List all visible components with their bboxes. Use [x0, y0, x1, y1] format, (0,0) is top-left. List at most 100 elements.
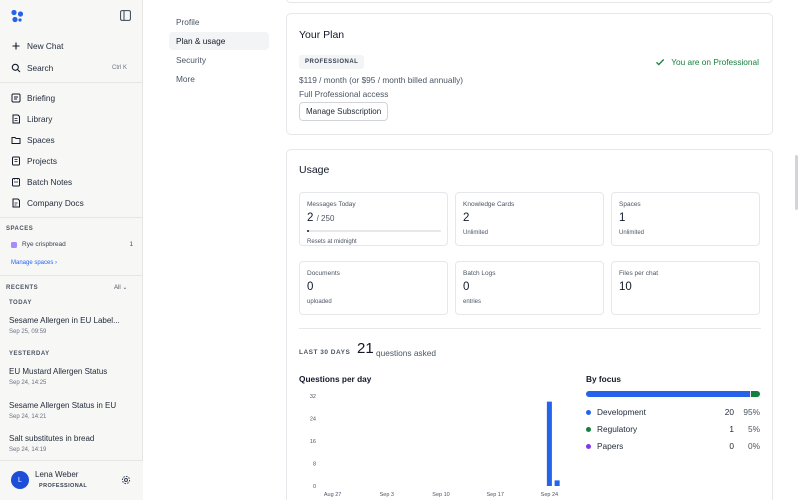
avatar[interactable]: L [11, 471, 29, 489]
stat-value: 2 / 250 [307, 212, 334, 224]
sidebar-item-label: Library [27, 113, 53, 124]
recent-chat-title: Sesame Allergen Status in EU [9, 401, 117, 410]
recents-filter-value: All [114, 285, 121, 291]
sidebar-item-projects[interactable]: Projects [0, 150, 143, 171]
recents-filter-dropdown[interactable]: All ⌄ [114, 284, 127, 291]
focus-pct: 95% [743, 407, 760, 417]
previous-card [286, 0, 773, 3]
sidebar-item-label: Briefing [27, 92, 56, 103]
recent-chat-time: Sep 25, 09:59 [9, 329, 47, 335]
recents-group-label: YESTERDAY [9, 351, 50, 357]
tab-label: Plan & usage [176, 36, 226, 46]
recent-chat-item[interactable]: EU Mustard Allergen Status Sep 24, 14:25 [9, 367, 134, 386]
user-plan-badge: PROFESSIONAL [39, 483, 88, 489]
stat-value-number: 2 [307, 212, 314, 224]
tab-profile[interactable]: Profile [169, 13, 269, 31]
recent-chat-item[interactable]: Salt substitutes in bread Sep 24, 14:19 [9, 434, 134, 453]
tab-security[interactable]: Security [169, 51, 269, 69]
plan-title: Your Plan [299, 29, 345, 41]
stat-label: Messages Today [307, 201, 356, 208]
company-docs-icon [12, 198, 20, 207]
manage-spaces-link[interactable]: Manage spaces › [11, 260, 57, 266]
library-icon [12, 114, 20, 123]
check-icon [656, 59, 665, 66]
x-tick-label: Sep 10 [432, 492, 449, 498]
spaces-section-label: SPACES [6, 226, 34, 232]
x-tick-label: Sep 24 [541, 492, 558, 498]
chevron-right-icon: › [55, 260, 58, 266]
stat-sub: Resets at midnight [307, 239, 357, 245]
chart-bar [554, 480, 560, 486]
app-logo-icon [11, 9, 24, 23]
focus-label: Development [597, 407, 646, 417]
last30-text: questions asked [376, 348, 436, 358]
recent-chat-title: EU Mustard Allergen Status [9, 367, 108, 376]
sidebar-item-library[interactable]: Library [0, 108, 143, 129]
x-tick-label: Aug 27 [324, 492, 341, 498]
recent-chat-item[interactable]: Sesame Allergen Status in EU Sep 24, 14:… [9, 401, 134, 420]
plan-access: Full Professional access [299, 89, 389, 99]
search-button[interactable]: Search Ctrl K [0, 57, 143, 78]
search-shortcut: Ctrl K [112, 64, 127, 71]
focus-pct: 5% [748, 424, 760, 434]
gear-icon[interactable] [121, 475, 131, 485]
questions-per-day-chart: 0 8 16 24 32 Aug 27 Sep 3 Sep 10 Sep 17 Sep 24 [310, 394, 560, 498]
stat-files-per-chat: Files per chat 10 [611, 261, 760, 315]
focus-dot [586, 409, 591, 415]
sidebar-item-spaces[interactable]: Spaces [0, 129, 143, 150]
sidebar-item-label: Projects [27, 155, 57, 166]
stat-label: Batch Logs [463, 270, 496, 277]
sidebar-item-batch-notes[interactable]: Batch Notes [0, 171, 143, 192]
focus-title: By focus [586, 374, 622, 384]
search-label: Search [27, 62, 54, 73]
space-item[interactable]: Rye crispbread 1 [11, 241, 133, 248]
new-chat-button[interactable]: New Chat [0, 35, 143, 56]
stat-batch-logs: Batch Logs 0 entries [455, 261, 604, 315]
focus-label: Papers [597, 441, 624, 451]
usage-title: Usage [299, 164, 330, 176]
sidebar: New Chat Search Ctrl K Briefing Library … [0, 0, 143, 500]
tab-more[interactable]: More [169, 70, 269, 88]
sidebar-item-label: Batch Notes [27, 176, 73, 187]
tab-plan-usage[interactable]: Plan & usage [169, 32, 269, 50]
sidebar-item-briefing[interactable]: Briefing [0, 87, 143, 108]
y-tick-label: 32 [310, 394, 316, 400]
stat-value: 2 [463, 212, 470, 224]
plan-status: You are on Professional [655, 57, 759, 67]
sidebar-item-company-docs[interactable]: Company Docs [0, 192, 143, 213]
stat-spaces: Spaces 1 Unlimited [611, 192, 760, 246]
stat-sub: Unlimited [463, 230, 489, 236]
user-name: Lena Weber [35, 470, 79, 479]
stat-label: Documents [307, 270, 340, 277]
stat-value: 0 [307, 281, 314, 293]
sidebar-divider [0, 217, 143, 218]
chart-bar [546, 401, 552, 486]
plan-badge: PROFESSIONAL [299, 55, 365, 69]
focus-label: Regulatory [597, 424, 638, 434]
recent-chat-item[interactable]: Sesame Allergen in EU Label... Sep 25, 0… [9, 316, 134, 335]
usage-divider [299, 328, 761, 329]
stat-messages-today: Messages Today 2 / 250 Resets at midnigh… [299, 192, 448, 246]
focus-row-development: Development 20 95% [586, 406, 760, 418]
space-color-dot [11, 241, 17, 248]
sidebar-collapse-icon[interactable] [120, 10, 131, 21]
stat-documents: Documents 0 uploaded [299, 261, 448, 315]
recent-chat-title: Salt substitutes in bread [9, 434, 95, 443]
user-profile[interactable]: L Lena Weber PROFESSIONAL [0, 460, 143, 500]
scrollbar[interactable] [795, 155, 798, 210]
focus-count: 0 [729, 441, 734, 451]
sidebar-divider [0, 82, 143, 83]
recents-section-label: RECENTS [6, 285, 39, 291]
focus-row-papers: Papers 0 0% [586, 440, 760, 452]
manage-subscription-button[interactable]: Manage Subscription [299, 102, 389, 121]
tab-label: Profile [176, 17, 200, 27]
stat-label: Knowledge Cards [463, 201, 515, 208]
settings-nav: Profile Plan & usage Security More [143, 0, 270, 500]
y-tick-label: 8 [313, 462, 316, 468]
focus-bar-segment [586, 391, 751, 397]
focus-row-regulatory: Regulatory 1 5% [586, 423, 760, 435]
recent-chat-time: Sep 24, 14:25 [9, 380, 47, 386]
recent-chat-time: Sep 24, 14:21 [9, 414, 47, 420]
tab-label: Security [176, 55, 206, 65]
search-icon [11, 63, 21, 72]
